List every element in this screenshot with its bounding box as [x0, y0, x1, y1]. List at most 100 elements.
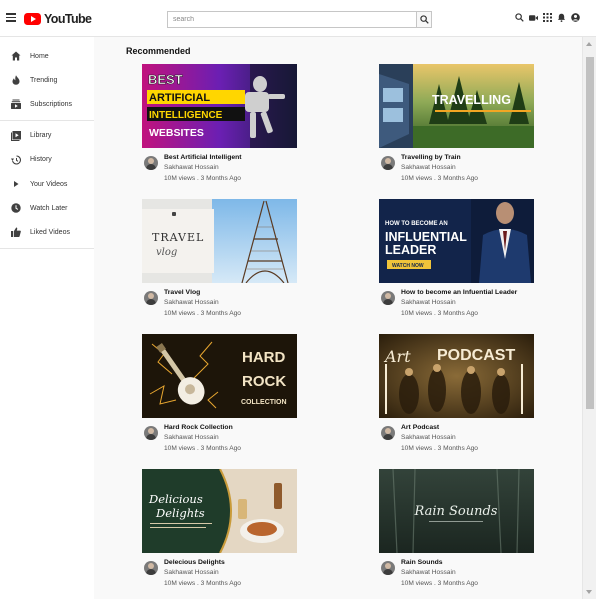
video-thumbnail[interactable]: TRAVELLING [379, 64, 534, 148]
sidebar-item-subscriptions[interactable]: Subscriptions [0, 92, 94, 116]
search-bar [167, 11, 432, 28]
youtube-logo[interactable]: YouTube [24, 11, 92, 26]
sidebar-item-label: Home [30, 52, 49, 60]
channel-avatar[interactable] [144, 156, 158, 170]
thumbs-up-icon [10, 227, 21, 238]
video-stats: 10M views . 3 Months Ago [164, 174, 241, 182]
sidebar-item-your-videos[interactable]: Your Videos [0, 172, 94, 196]
video-stats: 10M views . 3 Months Ago [401, 444, 478, 452]
video-title[interactable]: Travelling by Train [401, 153, 478, 163]
video-title[interactable]: Delecious Delights [164, 558, 241, 568]
section-title: Recommended [126, 46, 191, 56]
video-thumbnail[interactable]: Delicious Delights [142, 469, 297, 553]
channel-avatar[interactable] [144, 291, 158, 305]
channel-avatar[interactable] [381, 426, 395, 440]
sidebar-item-label: Liked Videos [30, 228, 70, 236]
scroll-up-arrow-icon[interactable] [586, 42, 592, 46]
video-stats: 10M views . 3 Months Ago [401, 309, 478, 317]
thumbnail-text: TRAVELLING [432, 93, 511, 107]
thumbnail-text: ARTIFICIAL [149, 92, 210, 104]
channel-name[interactable]: Sakhawat Hossain [164, 298, 241, 309]
video-card[interactable]: HARD ROCK COLLECTION Hard Rock Collectio… [142, 334, 302, 454]
sidebar-item-trending[interactable]: Trending [0, 68, 94, 92]
video-stats: 10M views . 3 Months Ago [401, 174, 478, 182]
video-title[interactable]: Best Artificial Intelligent [164, 153, 242, 163]
thumbnail-text: PODCAST [437, 347, 515, 364]
sidebar-item-home[interactable]: Home [0, 44, 94, 68]
video-title[interactable]: Hard Rock Collection [164, 423, 241, 433]
channel-name[interactable]: Sakhawat Hossain [401, 568, 478, 579]
scroll-down-arrow-icon[interactable] [586, 590, 592, 594]
library-icon [10, 130, 21, 141]
video-title[interactable]: Art Podcast [401, 423, 478, 433]
channel-name[interactable]: Sakhawat Hossain [401, 298, 517, 309]
sidebar-item-history[interactable]: History [0, 148, 94, 172]
flame-icon [10, 75, 21, 86]
home-icon [10, 51, 21, 62]
sidebar-item-label: Subscriptions [30, 100, 73, 108]
thumbnail-text: WATCH NOW [392, 263, 424, 269]
channel-avatar[interactable] [144, 426, 158, 440]
thumbnail-text: BEST [148, 72, 183, 87]
video-card[interactable]: BEST ARTIFICIAL INTELLIGENCE WEBSITES Be… [142, 64, 302, 184]
channel-avatar[interactable] [381, 156, 395, 170]
video-thumbnail[interactable]: Art PODCAST [379, 334, 534, 418]
thumbnail-text: INFLUENTIAL [385, 230, 467, 244]
create-video-icon[interactable] [529, 13, 538, 22]
video-title[interactable]: How to become an Infuential Leader [401, 288, 517, 298]
vertical-scrollbar[interactable] [582, 37, 596, 599]
video-thumbnail[interactable]: HARD ROCK COLLECTION [142, 334, 297, 418]
thumbnail-text: LEADER [385, 243, 436, 257]
scrollbar-thumb[interactable] [586, 57, 594, 409]
channel-name[interactable]: Sakhawat Hossain [164, 163, 242, 174]
video-card[interactable]: HOW TO BECOME AN INFLUENTIAL LEADER WATC… [379, 199, 539, 319]
top-bar: YouTube [0, 0, 596, 37]
video-card[interactable]: TRAVEL vlog Travel Vlog Sakhawat Hossain… [142, 199, 302, 319]
video-thumbnail[interactable]: TRAVEL vlog [142, 199, 297, 283]
video-card[interactable]: TRAVELLING Travelling by Train Sakhawat … [379, 64, 539, 184]
channel-avatar[interactable] [381, 561, 395, 575]
mobile-search-icon[interactable] [515, 13, 524, 22]
search-button[interactable] [416, 12, 431, 27]
sidebar-item-label: History [30, 156, 52, 164]
thumbnail-text: TRAVEL [152, 231, 204, 244]
video-stats: 10M views . 3 Months Ago [164, 309, 241, 317]
channel-name[interactable]: Sakhawat Hossain [164, 433, 241, 444]
video-thumbnail[interactable]: HOW TO BECOME AN INFLUENTIAL LEADER WATC… [379, 199, 534, 283]
menu-icon[interactable] [6, 13, 16, 22]
search-input[interactable] [168, 12, 416, 27]
video-card[interactable]: Rain Sounds Rain Sounds Sakhawat Hossain… [379, 469, 539, 589]
channel-name[interactable]: Sakhawat Hossain [401, 163, 478, 174]
channel-name[interactable]: Sakhawat Hossain [164, 568, 241, 579]
thumbnail-text: HARD [242, 349, 285, 366]
play-icon [10, 179, 21, 190]
channel-avatar[interactable] [144, 561, 158, 575]
apps-grid-icon[interactable] [543, 13, 552, 22]
sidebar-item-liked-videos[interactable]: Liked Videos [0, 220, 94, 244]
subscriptions-icon [10, 99, 21, 110]
sidebar-item-watch-later[interactable]: Watch Later [0, 196, 94, 220]
thumbnail-text: WEBSITES [149, 127, 204, 139]
thumbnail-text: COLLECTION [241, 399, 287, 406]
thumbnail-text: Delicious [148, 492, 203, 506]
video-stats: 10M views . 3 Months Ago [164, 579, 241, 587]
thumbnail-text: Delights [155, 506, 205, 520]
video-card[interactable]: Art PODCAST Art Podcast Sakhawat Hossain… [379, 334, 539, 454]
notifications-bell-icon[interactable] [557, 13, 566, 22]
thumbnail-text: Art [383, 347, 411, 366]
sidebar: Home Trending Subscriptions Library Hist… [0, 37, 94, 599]
sidebar-item-library[interactable]: Library [0, 124, 94, 148]
video-card[interactable]: Delicious Delights Delecious Delights Sa… [142, 469, 302, 589]
video-title[interactable]: Rain Sounds [401, 558, 478, 568]
account-icon[interactable] [571, 13, 580, 22]
video-title[interactable]: Travel Vlog [164, 288, 241, 298]
channel-avatar[interactable] [381, 291, 395, 305]
channel-name[interactable]: Sakhawat Hossain [401, 433, 478, 444]
video-stats: 10M views . 3 Months Ago [401, 579, 478, 587]
sidebar-item-label: Watch Later [30, 204, 68, 212]
header-actions [515, 13, 580, 22]
video-thumbnail[interactable]: BEST ARTIFICIAL INTELLIGENCE WEBSITES [142, 64, 297, 148]
sidebar-item-label: Trending [30, 76, 58, 84]
main-content: Recommended BEST ARTIFICIAL INTELLIGENCE… [94, 37, 582, 599]
video-thumbnail[interactable]: Rain Sounds [379, 469, 534, 553]
